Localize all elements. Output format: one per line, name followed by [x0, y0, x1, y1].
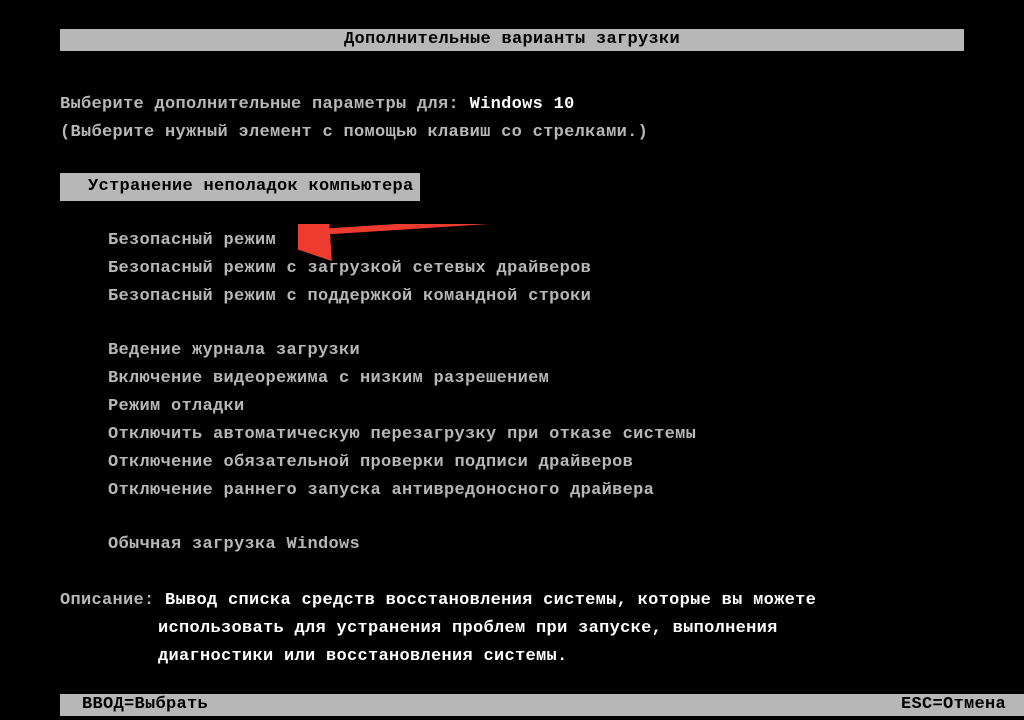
option-start-normally[interactable]: Обычная загрузка Windows	[60, 531, 964, 559]
option-repair-computer[interactable]: Устранение неполадок компьютера	[60, 173, 420, 201]
option-disable-auto-restart[interactable]: Отключить автоматическую перезагрузку пр…	[60, 421, 964, 449]
prompt-os: Windows 10	[470, 95, 575, 114]
option-boot-logging[interactable]: Ведение журнала загрузки	[60, 337, 964, 365]
footer-enter-hint: ВВОД=Выбрать	[82, 694, 208, 716]
prompt-block: Выберите дополнительные параметры для: W…	[60, 91, 964, 147]
option-safe-mode-networking[interactable]: Безопасный режим с загрузкой сетевых дра…	[60, 255, 964, 283]
description-label: Описание:	[60, 591, 155, 610]
description-line-3: диагностики или восстановления системы.	[60, 643, 964, 671]
option-debug-mode[interactable]: Режим отладки	[60, 393, 964, 421]
options-group-safe-mode: Безопасный режим Безопасный режим с загр…	[60, 227, 964, 311]
option-safe-mode-cmd[interactable]: Безопасный режим с поддержкой командной …	[60, 283, 964, 311]
hint-line: (Выберите нужный элемент с помощью клави…	[60, 119, 964, 147]
footer-bar: ВВОД=Выбрать ESC=Отмена	[60, 694, 1024, 716]
option-low-res-video[interactable]: Включение видеорежима с низким разрешени…	[60, 365, 964, 393]
title-bar: Дополнительные варианты загрузки	[60, 29, 964, 51]
description-text: Вывод списка средств восстановления сист…	[60, 591, 964, 671]
option-safe-mode[interactable]: Безопасный режим	[60, 227, 964, 255]
option-disable-elam[interactable]: Отключение раннего запуска антивредоносн…	[60, 477, 964, 505]
footer-esc-hint: ESC=Отмена	[901, 694, 1006, 716]
prompt-line: Выберите дополнительные параметры для: W…	[60, 91, 964, 119]
title-text: Дополнительные варианты загрузки	[344, 30, 680, 49]
prompt-text: Выберите дополнительные параметры для:	[60, 95, 459, 114]
selected-option-wrap: Устранение неполадок компьютера	[60, 173, 964, 201]
description-block: Описание: Вывод списка средств восстанов…	[60, 587, 964, 671]
options-group-advanced: Ведение журнала загрузки Включение видео…	[60, 337, 964, 505]
description-line-2: использовать для устранения проблем при …	[60, 615, 964, 643]
option-disable-driver-sig[interactable]: Отключение обязательной проверки подписи…	[60, 449, 964, 477]
options-group-normal: Обычная загрузка Windows	[60, 531, 964, 559]
description-line-1: Вывод списка средств восстановления сист…	[165, 591, 816, 610]
